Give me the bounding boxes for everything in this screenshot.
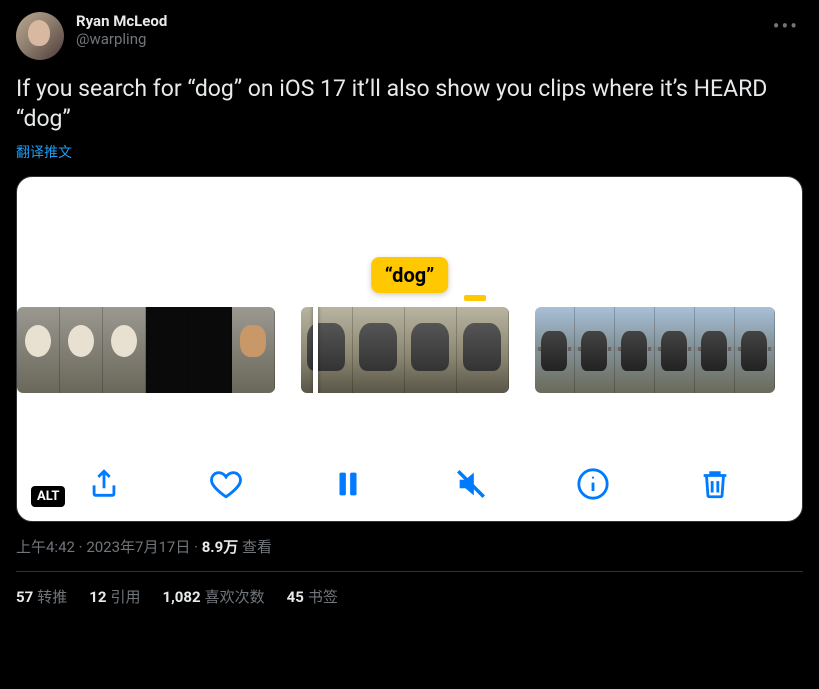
- heart-icon: [209, 467, 243, 501]
- author-name: Ryan McLeod: [76, 12, 803, 30]
- timeline-frame: [405, 307, 457, 393]
- likes-stat[interactable]: 1,082喜欢次数: [162, 586, 264, 607]
- quotes-stat[interactable]: 12引用: [89, 586, 140, 607]
- clip-group[interactable]: [301, 307, 509, 393]
- stats-row: 57转推 12引用 1,082喜欢次数 45书签: [16, 586, 803, 607]
- tweet-container: Ryan McLeod @warpling ••• If you search …: [0, 0, 819, 619]
- clip-group[interactable]: [535, 307, 775, 393]
- timeline-frame: [535, 307, 575, 393]
- timeline-frame: [17, 307, 60, 393]
- divider: [16, 571, 803, 572]
- timeline-frame: [103, 307, 146, 393]
- author-block[interactable]: Ryan McLeod @warpling: [76, 12, 803, 48]
- match-indicator-icon: [464, 295, 486, 301]
- tweet-text: If you search for “dog” on iOS 17 it’ll …: [16, 74, 803, 134]
- timeline-frame: [615, 307, 655, 393]
- mute-icon: [454, 467, 488, 501]
- bookmarks-stat[interactable]: 45书签: [287, 586, 338, 607]
- timeline-frame: [146, 307, 189, 393]
- tweet-date[interactable]: 2023年7月17日: [86, 538, 190, 556]
- more-options-button[interactable]: •••: [765, 10, 807, 42]
- pause-button[interactable]: [331, 467, 365, 501]
- timeline-frame: [189, 307, 232, 393]
- delete-button[interactable]: [698, 467, 732, 501]
- info-button[interactable]: [576, 467, 610, 501]
- tweet-time[interactable]: 上午4:42: [16, 538, 75, 556]
- mute-button[interactable]: [454, 467, 488, 501]
- media-attachment[interactable]: “dog”: [16, 176, 803, 522]
- playhead-icon[interactable]: [313, 307, 318, 393]
- timeline-frame: [457, 307, 509, 393]
- timeline-frame: [60, 307, 103, 393]
- video-timeline: [17, 305, 802, 395]
- trash-icon: [698, 467, 732, 501]
- translate-link[interactable]: 翻译推文: [16, 142, 72, 162]
- info-icon: [576, 467, 610, 501]
- avatar[interactable]: [16, 12, 64, 60]
- alt-badge[interactable]: ALT: [31, 486, 65, 507]
- timeline-frame: [232, 307, 275, 393]
- share-icon: [87, 467, 121, 501]
- author-handle: @warpling: [76, 30, 803, 48]
- timeline-frame: [735, 307, 775, 393]
- like-button[interactable]: [209, 467, 243, 501]
- timeline-frame: [353, 307, 405, 393]
- timeline-frame: [301, 307, 353, 393]
- timeline-frame: [655, 307, 695, 393]
- tweet-header: Ryan McLeod @warpling •••: [16, 12, 803, 60]
- pause-icon: [331, 467, 365, 501]
- timeline-frame: [575, 307, 615, 393]
- tweet-meta: 上午4:42 · 2023年7月17日 · 8.9万 查看: [16, 536, 803, 557]
- search-term-bubble: “dog”: [371, 257, 449, 293]
- views-label: 查看: [242, 538, 272, 556]
- share-button[interactable]: [87, 467, 121, 501]
- media-toolbar: [17, 467, 802, 501]
- views-count: 8.9万: [202, 538, 239, 556]
- timeline-frame: [695, 307, 735, 393]
- clip-group[interactable]: [17, 307, 275, 393]
- retweets-stat[interactable]: 57转推: [16, 586, 67, 607]
